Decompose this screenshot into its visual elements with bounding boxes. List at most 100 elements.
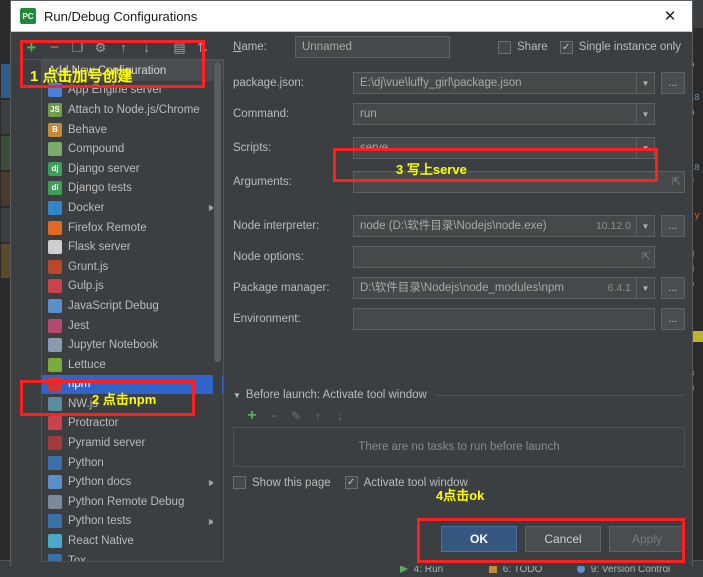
list-item[interactable]: Tox: [42, 551, 223, 561]
environment-input[interactable]: [353, 308, 655, 330]
node-interpreter-label: Node interpreter:: [233, 220, 320, 232]
add-new-configuration-list[interactable]: Add New Configuration App Engine server JS…: [41, 60, 224, 562]
environment-label: Environment:: [233, 313, 301, 325]
node-options-label: Node options:: [233, 251, 304, 263]
expand-node-options-icon[interactable]: ⇱: [642, 250, 651, 263]
remove-task-button[interactable]: −: [265, 407, 283, 425]
before-launch-header[interactable]: ▼ Before launch: Activate tool window: [233, 389, 685, 401]
todo-icon: [489, 565, 497, 573]
show-this-page-checkbox[interactable]: [233, 476, 246, 489]
list-item[interactable]: Python docs ▶: [42, 472, 223, 492]
list-item[interactable]: React Native: [42, 531, 223, 551]
before-launch-tasks-list[interactable]: There are no tasks to run before launch: [233, 427, 685, 467]
list-item[interactable]: Docker ▶: [42, 198, 223, 218]
node-interpreter-browse-button[interactable]: ...: [661, 215, 685, 237]
list-item[interactable]: Jest: [42, 316, 223, 336]
list-item[interactable]: JavaScript Debug: [42, 296, 223, 316]
list-item[interactable]: Grunt.js: [42, 257, 223, 277]
dialog-title-bar: Run/Debug Configurations ✕: [11, 1, 692, 32]
single-instance-checkbox[interactable]: ✓: [559, 40, 573, 54]
share-checkbox-row[interactable]: Share: [498, 40, 548, 54]
list-item[interactable]: Gulp.js: [42, 277, 223, 297]
section-divider: [434, 394, 685, 396]
list-item[interactable]: Python: [42, 453, 223, 473]
django-tests-icon: di: [48, 181, 62, 196]
list-item[interactable]: Firefox Remote: [42, 218, 223, 238]
node-options-input[interactable]: [353, 246, 655, 268]
cancel-button[interactable]: Cancel: [525, 526, 601, 552]
add-task-button[interactable]: +: [243, 407, 261, 425]
package-manager-combo[interactable]: D:\软件目录\Nodejs\node_modules\npm 6.4.1 ▼: [353, 277, 655, 299]
move-up-button[interactable]: ↑: [113, 38, 134, 58]
list-item-label: Grunt.js: [68, 260, 109, 273]
package-json-browse-button[interactable]: ...: [661, 72, 685, 94]
apply-button[interactable]: Apply: [609, 526, 685, 552]
activate-tool-window-label: Activate tool window: [363, 476, 468, 489]
list-item[interactable]: Pyramid server: [42, 433, 223, 453]
list-item-label: Lettuce: [68, 358, 106, 371]
edit-templates-button[interactable]: ⚙: [90, 38, 111, 58]
expand-arguments-icon[interactable]: ⇱: [672, 175, 681, 188]
move-task-up-button[interactable]: ↑: [309, 407, 327, 425]
show-this-page-label: Show this page: [252, 476, 331, 489]
package-json-combo[interactable]: E:\dj\vue\luffy_girl\package.json ▼: [353, 72, 655, 94]
configuration-form: NName:ame: Unnamed Share ✓ Single instan…: [233, 36, 685, 562]
ok-button[interactable]: OK: [441, 526, 517, 552]
remove-configuration-button[interactable]: −: [44, 38, 65, 58]
arguments-input[interactable]: [353, 171, 685, 193]
sort-configurations-button[interactable]: ⇅: [192, 38, 213, 58]
list-item-label: Attach to Node.js/Chrome: [68, 103, 200, 116]
list-item[interactable]: App Engine server: [42, 81, 223, 101]
command-combo[interactable]: run ▼: [353, 103, 655, 125]
list-item-label: Python tests: [68, 515, 132, 528]
chevron-down-icon[interactable]: ▼: [636, 138, 654, 158]
chevron-down-icon[interactable]: ▼: [636, 104, 654, 124]
python-remote-debug-icon: [48, 494, 62, 509]
list-item[interactable]: di Django tests: [42, 179, 223, 199]
activate-tool-window-row[interactable]: ✓ Activate tool window: [344, 476, 468, 489]
list-scrollbar[interactable]: [213, 62, 222, 561]
list-item[interactable]: Python tests ▶: [42, 512, 223, 532]
move-into-folder-button[interactable]: ▤: [169, 38, 190, 58]
package-manager-value: D:\软件目录\Nodejs\node_modules\npm: [360, 282, 564, 294]
list-item[interactable]: NW.js: [42, 394, 223, 414]
chevron-down-icon[interactable]: ▼: [636, 216, 654, 236]
edit-task-button[interactable]: ✎: [287, 407, 305, 425]
list-item[interactable]: B Behave: [42, 120, 223, 140]
list-item[interactable]: JS Attach to Node.js/Chrome: [42, 100, 223, 120]
list-item[interactable]: dj Django server: [42, 159, 223, 179]
list-scrollbar-thumb[interactable]: [214, 62, 221, 362]
collapse-triangle-icon[interactable]: ▼: [233, 391, 241, 400]
package-manager-browse-button[interactable]: ...: [661, 277, 685, 299]
single-instance-checkbox-row[interactable]: ✓ Single instance only: [559, 40, 681, 54]
command-row: Command: run ▼: [233, 103, 685, 125]
activate-tool-window-checkbox[interactable]: ✓: [344, 476, 358, 489]
list-item[interactable]: Python Remote Debug: [42, 492, 223, 512]
node-interpreter-combo[interactable]: node (D:\软件目录\Nodejs\node.exe) 10.12.0 ▼: [353, 215, 655, 237]
scripts-value: serve: [360, 142, 389, 154]
chevron-down-icon[interactable]: ▼: [636, 73, 654, 93]
list-item[interactable]: Jupyter Notebook: [42, 335, 223, 355]
list-item[interactable]: Lettuce: [42, 355, 223, 375]
chevron-down-icon[interactable]: ▼: [636, 278, 654, 298]
environment-browse-button[interactable]: ...: [661, 308, 685, 330]
list-item[interactable]: Compound: [42, 139, 223, 159]
scripts-combo[interactable]: serve ▼: [353, 137, 655, 159]
move-down-button[interactable]: ↓: [136, 38, 157, 58]
add-new-configuration-header: Add New Configuration: [42, 61, 223, 81]
list-item[interactable]: Flask server: [42, 237, 223, 257]
configuration-list-body: Add New Configuration App Engine server JS…: [42, 61, 223, 561]
move-task-down-button[interactable]: ↓: [331, 407, 349, 425]
single-instance-label: Single instance only: [578, 41, 681, 53]
share-checkbox[interactable]: [498, 40, 511, 54]
close-icon[interactable]: ✕: [648, 1, 692, 31]
copy-configuration-button[interactable]: ❐: [67, 38, 88, 58]
add-configuration-button[interactable]: +: [21, 38, 42, 58]
scripts-label: Scripts:: [233, 142, 272, 154]
name-input[interactable]: Unnamed: [295, 36, 450, 58]
show-this-page-row[interactable]: Show this page: [233, 476, 331, 489]
list-item-label: Protractor: [68, 417, 119, 430]
list-item[interactable]: npm: [42, 374, 223, 395]
package-json-value: E:\dj\vue\luffy_girl\package.json: [360, 77, 522, 89]
list-item[interactable]: Protractor: [42, 414, 223, 434]
